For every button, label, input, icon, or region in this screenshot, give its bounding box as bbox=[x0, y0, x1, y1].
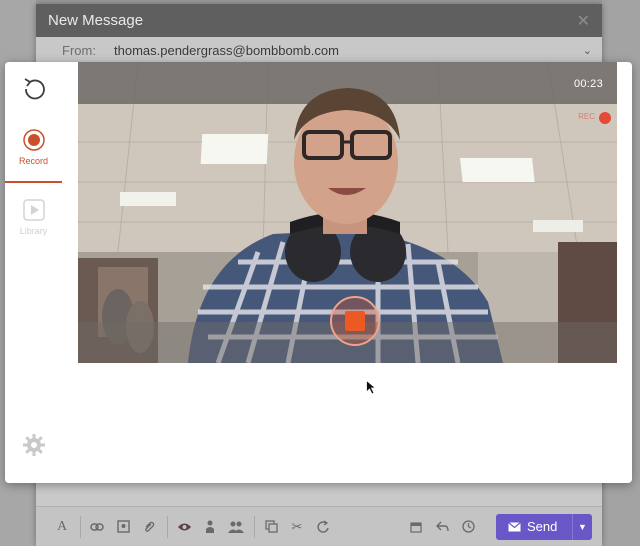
undo-icon bbox=[24, 78, 45, 100]
library-label: Library bbox=[19, 226, 48, 236]
person-icon[interactable] bbox=[200, 517, 220, 537]
play-icon bbox=[22, 199, 45, 221]
compose-toolbar: A ✂ Send ▼ bbox=[36, 506, 602, 546]
recording-dot-icon bbox=[599, 112, 611, 124]
eye-icon[interactable] bbox=[174, 517, 194, 537]
stop-icon bbox=[345, 311, 365, 331]
settings-button[interactable] bbox=[5, 433, 62, 457]
from-label: From: bbox=[62, 43, 96, 58]
copy-icon[interactable] bbox=[261, 517, 281, 537]
record-tab[interactable]: Record bbox=[5, 128, 62, 166]
close-icon[interactable]: ✕ bbox=[577, 11, 590, 31]
chevron-down-icon[interactable]: ⌄ bbox=[583, 44, 592, 57]
font-icon[interactable]: A bbox=[52, 517, 72, 537]
library-tab[interactable]: Library bbox=[5, 198, 62, 236]
from-value: thomas.pendergrass@bombbomb.com bbox=[114, 43, 339, 58]
compose-title: New Message bbox=[48, 12, 144, 29]
compose-titlebar: New Message ✕ bbox=[36, 4, 602, 37]
undo-button[interactable] bbox=[5, 76, 62, 102]
rec-indicator-label: REC bbox=[578, 112, 595, 121]
recording-timer: 00:23 bbox=[573, 78, 603, 90]
toolbar-divider bbox=[80, 515, 81, 538]
attachment-icon[interactable] bbox=[139, 517, 159, 537]
calendar-icon[interactable] bbox=[406, 517, 426, 537]
video-preview: 00:23 REC bbox=[78, 62, 617, 363]
toolbar-divider bbox=[167, 515, 168, 538]
mouse-cursor-icon bbox=[366, 380, 376, 395]
record-tab-indicator bbox=[5, 181, 62, 183]
gear-icon bbox=[22, 434, 45, 456]
modal-side-rail: Record Library bbox=[5, 62, 78, 483]
envelope-icon bbox=[508, 521, 521, 531]
record-label: Record bbox=[18, 156, 48, 166]
link-icon[interactable] bbox=[87, 517, 107, 537]
image-icon[interactable] bbox=[113, 517, 133, 537]
send-main[interactable]: Send bbox=[496, 519, 572, 534]
chevron-down-icon[interactable]: ▼ bbox=[572, 513, 592, 540]
scissors-icon[interactable]: ✂ bbox=[287, 517, 307, 537]
reply-icon[interactable] bbox=[432, 517, 452, 537]
record-icon bbox=[22, 129, 45, 151]
toolbar-divider bbox=[254, 515, 255, 538]
from-row[interactable]: From: thomas.pendergrass@bombbomb.com ⌄ bbox=[36, 37, 602, 65]
people-icon[interactable] bbox=[226, 517, 246, 537]
stop-recording-button[interactable] bbox=[330, 296, 380, 346]
clock-icon[interactable] bbox=[458, 517, 478, 537]
send-button[interactable]: Send ▼ bbox=[496, 513, 592, 540]
redo-icon[interactable] bbox=[313, 517, 333, 537]
send-label: Send bbox=[527, 519, 558, 534]
video-recorder-modal: Record Library 00:23 REC bbox=[5, 62, 632, 483]
